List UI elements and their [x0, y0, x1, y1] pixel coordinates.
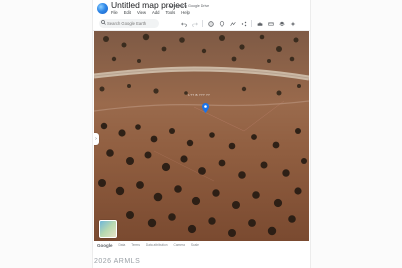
line-icon[interactable] [229, 19, 236, 28]
toolbar-divider [251, 20, 252, 27]
share-icon[interactable] [240, 19, 247, 28]
toolbar-divider [202, 20, 203, 27]
search-icon[interactable] [99, 20, 107, 27]
saved-status: ☁Saved to Google Drive [168, 3, 209, 8]
attribution-scale: Scale [190, 243, 199, 247]
attribution-terms[interactable]: Terms [131, 243, 140, 247]
globe-icon[interactable] [207, 19, 214, 28]
streetview-icon[interactable] [256, 19, 263, 28]
map-attribution: Google Data Terms Data attribution Camer… [93, 241, 310, 249]
undo-icon[interactable] [180, 19, 187, 28]
attribution-data-attribution[interactable]: Data attribution [146, 243, 168, 247]
expand-panel-button[interactable]: › [94, 133, 99, 145]
title-bar: Untitled map project ☁Saved to Google Dr… [93, 0, 310, 18]
search-input[interactable] [107, 21, 155, 26]
satellite-map[interactable]: I-?? B ??? ?? › [94, 31, 309, 241]
road-label: I-?? B ??? ?? [188, 93, 210, 97]
pin-icon[interactable] [218, 19, 225, 28]
cloud-icon: ☁ [168, 3, 172, 8]
location-pin-icon[interactable] [202, 103, 209, 113]
layers-icon[interactable] [278, 19, 285, 28]
search-box [99, 19, 159, 28]
saved-status-text: Saved to Google Drive [173, 4, 210, 8]
chevron-right-icon: › [95, 136, 97, 142]
map-style-thumbnail[interactable] [99, 220, 117, 238]
listing-watermark: 2026 ARMLS [94, 258, 141, 265]
satellite-imagery [94, 31, 309, 241]
google-logo: Google [97, 242, 113, 248]
ruler-icon[interactable] [267, 19, 274, 28]
google-earth-app: Untitled map project ☁Saved to Google Dr… [92, 0, 311, 268]
attribution-camera: Camera [173, 243, 185, 247]
tool-icons [180, 19, 296, 28]
google-earth-logo-icon[interactable] [97, 3, 108, 14]
toolbar [93, 17, 310, 31]
attribution-data[interactable]: Data [119, 243, 126, 247]
add-icon[interactable] [289, 19, 296, 28]
redo-icon[interactable] [191, 19, 198, 28]
